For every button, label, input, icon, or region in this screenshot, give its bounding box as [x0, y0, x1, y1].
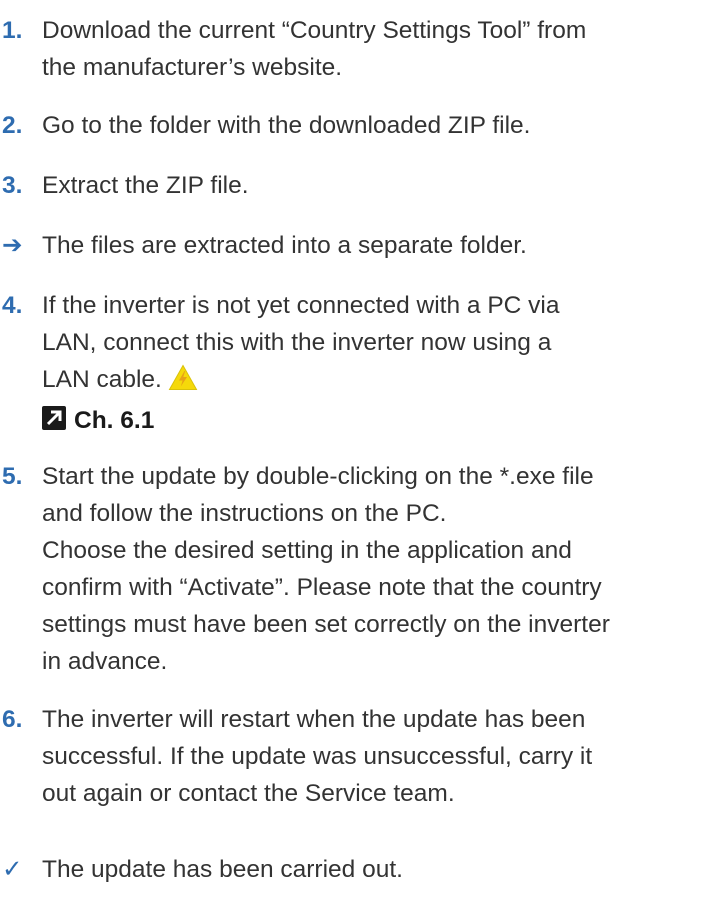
completion-text: The update has been carried out.	[42, 851, 710, 888]
result-text: The files are extracted into a separate …	[42, 227, 710, 264]
step-line: LAN, connect this with the inverter now …	[42, 329, 552, 356]
reference-label: Ch. 6.1	[74, 407, 155, 434]
step-number: 4.	[2, 292, 23, 319]
step-line: Download the current “Country Settings T…	[42, 17, 587, 44]
cross-reference-link[interactable]: Ch. 6.1	[42, 402, 710, 439]
step-line: Start the update by double-clicking on t…	[42, 463, 594, 490]
step-text: If the inverter is not yet connected wit…	[42, 287, 710, 439]
step-line: out again or contact the Service team.	[42, 780, 455, 807]
step-text: Extract the ZIP file.	[42, 167, 710, 204]
step-line: Extract the ZIP file.	[42, 172, 249, 199]
step-number: 3.	[2, 172, 23, 199]
step-line: in advance.	[42, 648, 168, 675]
step-line: If the inverter is not yet connected wit…	[42, 292, 560, 319]
step-line-with-warning: LAN cable.	[42, 361, 710, 402]
step-text: Download the current “Country Settings T…	[42, 12, 710, 86]
cross-reference-arrow-icon	[42, 406, 66, 430]
step-line: Choose the desired setting in the applic…	[42, 537, 572, 564]
step-number: 5.	[2, 463, 23, 490]
step-line: The inverter will restart when the updat…	[42, 706, 586, 733]
step-number: 1.	[2, 17, 23, 44]
step-number: 6.	[2, 706, 23, 733]
step-line: Go to the folder with the downloaded ZIP…	[42, 112, 531, 139]
instruction-document: 1. Download the current “Country Setting…	[0, 0, 713, 897]
step-line: confirm with “Activate”. Please note tha…	[42, 574, 602, 601]
step-line: the manufacturer’s website.	[42, 54, 343, 81]
result-line: The files are extracted into a separate …	[42, 232, 527, 259]
step-text: Start the update by double-clicking on t…	[42, 458, 710, 680]
electrical-hazard-warning-icon	[168, 364, 198, 402]
step-line: LAN cable.	[42, 366, 162, 393]
step-line: settings must have been set correctly on…	[42, 611, 610, 638]
step-number: 2.	[2, 112, 23, 139]
step-line: successful. If the update was unsuccessf…	[42, 743, 593, 770]
result-arrow-icon: ➔	[2, 232, 23, 259]
completion-line: The update has been carried out.	[42, 856, 403, 883]
checkmark-icon: ✓	[2, 856, 23, 883]
step-text: Go to the folder with the downloaded ZIP…	[42, 107, 710, 144]
step-line: and follow the instructions on the PC.	[42, 500, 447, 527]
step-text: The inverter will restart when the updat…	[42, 701, 710, 812]
